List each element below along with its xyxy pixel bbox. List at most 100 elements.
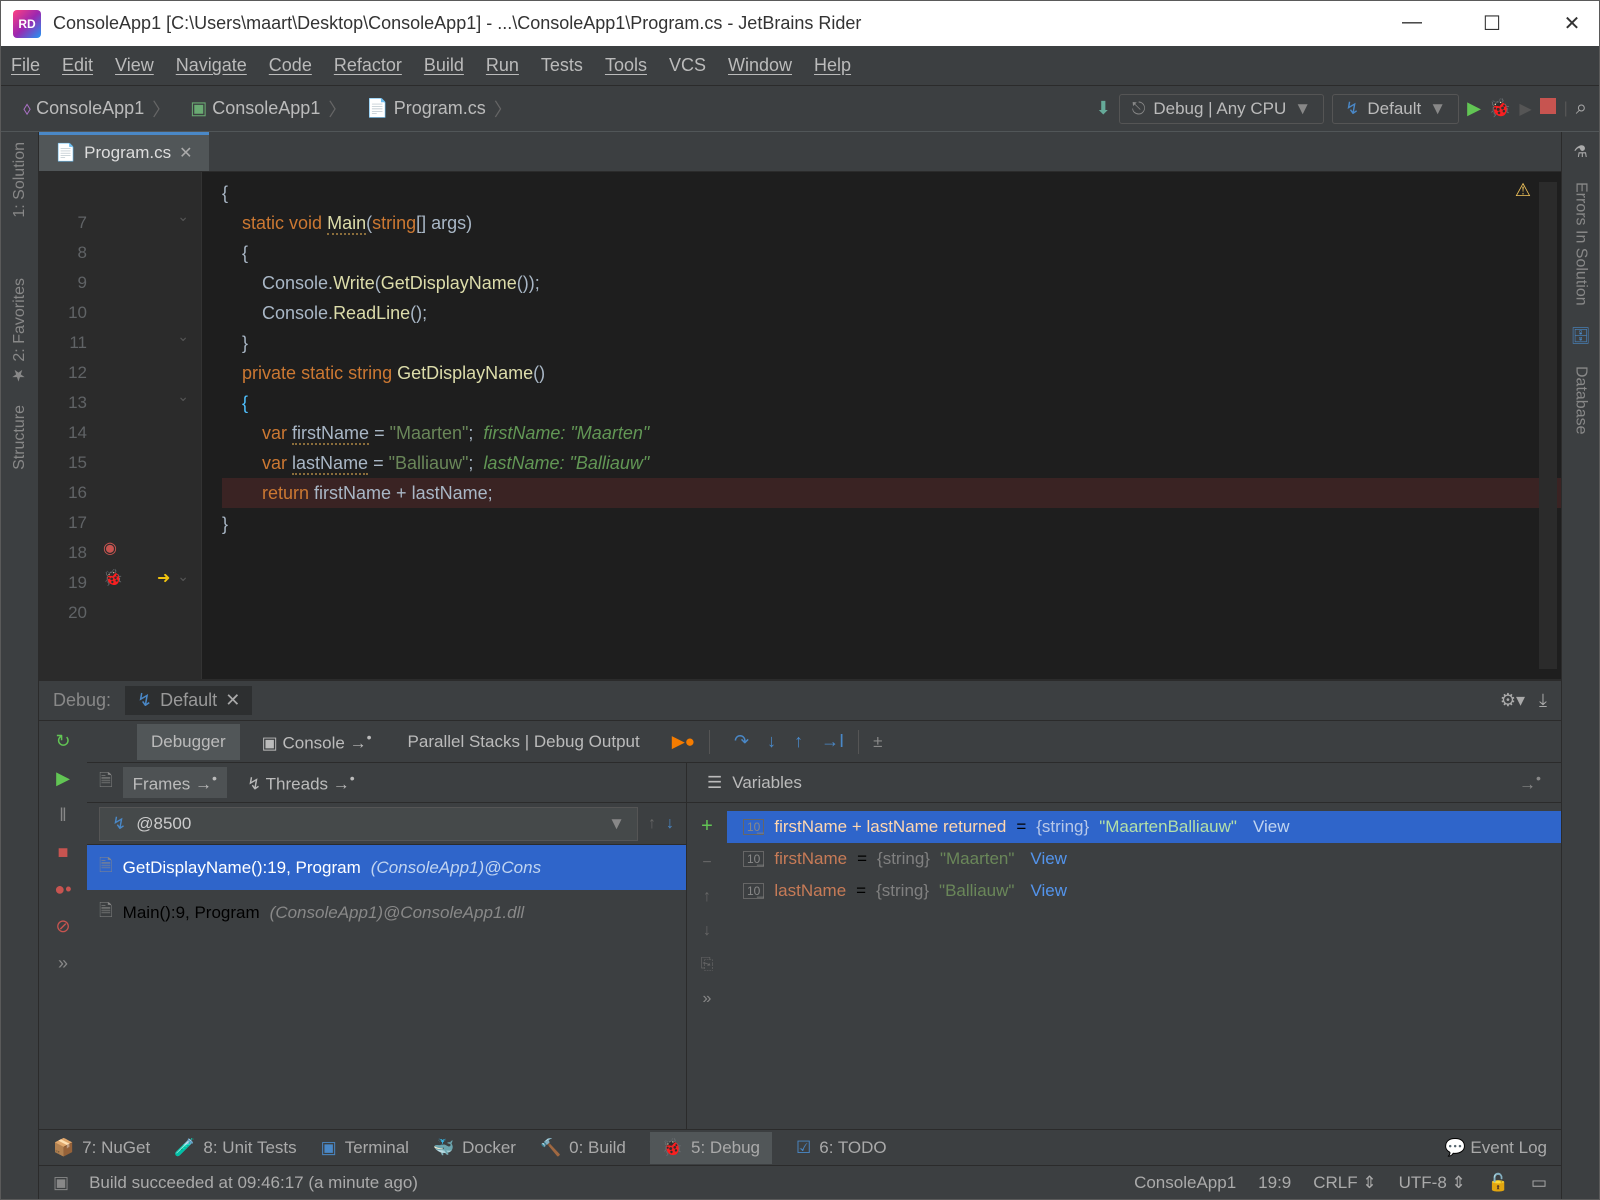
menu-navigate[interactable]: Navigate [176, 55, 247, 76]
next-frame-icon[interactable]: ↓ [666, 815, 674, 833]
menu-tests[interactable]: Tests [541, 55, 583, 76]
bottom-tab[interactable]: 🐳Docker [433, 1138, 516, 1158]
flask-icon[interactable]: ⚗ [1573, 142, 1587, 162]
status-encoding[interactable]: UTF-8 ⇕ [1399, 1173, 1466, 1193]
run-to-cursor-icon[interactable]: →I [821, 731, 844, 752]
close-tab-icon[interactable]: ✕ [179, 143, 192, 163]
thread-selector[interactable]: ↯@8500 ▼ [99, 807, 638, 841]
menu-refactor[interactable]: Refactor [334, 55, 402, 76]
console-tab[interactable]: ▣ Console →• [248, 722, 386, 762]
close-debug-config-icon[interactable]: ✕ [225, 690, 240, 711]
menu-run[interactable]: Run [486, 55, 519, 76]
bottom-tab[interactable]: 🔨0: Build [540, 1138, 626, 1158]
variables-pop-out-icon[interactable]: →• [1519, 771, 1541, 795]
debug-button[interactable]: 🐞 [1489, 98, 1511, 119]
run-config-dropdown[interactable]: ↯Default▼ [1332, 94, 1459, 124]
remove-watch-icon[interactable]: − [702, 854, 711, 872]
debug-tool-window: Debug: ↯Default✕ ⚙▾ ⤓ ↻ ▶ ‖ ■ ● [39, 679, 1561, 1129]
step-into-icon[interactable]: ↓ [767, 731, 776, 752]
bottom-tab[interactable]: ▣Terminal [321, 1138, 409, 1158]
status-line-ending[interactable]: CRLF ⇕ [1313, 1173, 1376, 1193]
editor-tabs: 📄Program.cs✕ [39, 132, 1561, 172]
structure-panel-button[interactable]: Structure [11, 405, 29, 470]
bottom-tab[interactable]: 🧪8: Unit Tests [174, 1138, 296, 1158]
frame-list[interactable]: 🗎GetDisplayName():19, Program (ConsoleAp… [87, 845, 686, 1129]
tab-program-cs[interactable]: 📄Program.cs✕ [39, 132, 209, 171]
frames-icon: 🗎 [99, 768, 113, 797]
step-over-icon[interactable]: ↷ [734, 731, 749, 752]
code-editor[interactable]: 7891011121314151617181920 ⌄⌄⌄◉⌄🐞➜ { stat… [39, 172, 1561, 679]
parallel-stacks-tab[interactable]: Parallel Stacks | Debug Output [394, 724, 654, 760]
breakpoints-icon[interactable]: ●• [54, 879, 71, 900]
variable-row[interactable]: 10̲lastName = {string} "Balliauw"View [727, 875, 1561, 907]
event-log-button[interactable]: 💬 Event Log [1445, 1138, 1547, 1158]
more-watch-icon[interactable]: » [703, 990, 712, 1008]
menu-view[interactable]: View [115, 55, 154, 76]
build-icon[interactable]: ⬇ [1096, 98, 1111, 119]
debug-toolbar: ↻ ▶ ‖ ■ ●• ⊘ » [39, 721, 87, 1129]
left-tool-strip: 1: Solution ★ 2: Favorites Structure [1, 132, 39, 1199]
variables-list[interactable]: 10̲firstName + lastName returned = {stri… [727, 803, 1561, 1129]
up-watch-icon[interactable]: ↑ [703, 888, 711, 906]
debugger-tab[interactable]: Debugger [137, 724, 240, 760]
bottom-tab[interactable]: ☑6: TODO [796, 1138, 887, 1158]
status-icon: ▣ [53, 1173, 69, 1193]
menu-build[interactable]: Build [424, 55, 464, 76]
menu-file[interactable]: File [11, 55, 40, 76]
debug-settings-icon[interactable]: ⚙▾ [1500, 690, 1525, 711]
debug-tabs: Debugger ▣ Console →• Parallel Stacks | … [87, 721, 1561, 763]
debug-config-tab[interactable]: ↯Default✕ [125, 686, 252, 715]
stop-button[interactable] [1540, 98, 1556, 119]
step-out-icon[interactable]: ↑ [794, 731, 803, 752]
add-watch-icon[interactable]: + [701, 815, 713, 838]
frames-tab[interactable]: Frames →• [123, 767, 227, 799]
solution-panel-button[interactable]: 1: Solution [11, 142, 29, 218]
frame-item[interactable]: 🗎Main():9, Program (ConsoleApp1)@Console… [87, 890, 686, 935]
search-icon[interactable]: ⌕ [1576, 97, 1587, 120]
menu-code[interactable]: Code [269, 55, 312, 76]
variable-row[interactable]: 10̲firstName + lastName returned = {stri… [727, 811, 1561, 843]
menu-tools[interactable]: Tools [605, 55, 647, 76]
database-icon[interactable]: 🗄 [1570, 326, 1590, 346]
status-lock-icon[interactable]: 🔓 [1488, 1173, 1509, 1193]
frame-item[interactable]: 🗎GetDisplayName():19, Program (ConsoleAp… [87, 845, 686, 890]
prev-frame-icon[interactable]: ↑ [648, 815, 656, 833]
coverage-button[interactable]: ▶ [1519, 99, 1531, 119]
breadcrumb-solution[interactable]: ⬨ ConsoleApp1 [13, 92, 180, 126]
database-panel-button[interactable]: Database [1572, 366, 1590, 435]
favorites-panel-button[interactable]: ★ 2: Favorites [10, 278, 29, 385]
variables-icon: ☰ [707, 773, 722, 793]
rerun-icon[interactable]: ↻ [55, 731, 70, 752]
show-execution-point-icon[interactable]: ▶● [672, 732, 695, 752]
bottom-tab[interactable]: 🐞5: Debug [650, 1132, 772, 1164]
down-watch-icon[interactable]: ↓ [703, 922, 711, 940]
threads-tab[interactable]: ↯ Threads →• [237, 767, 365, 799]
debug-hide-icon[interactable]: ⤓ [1539, 690, 1547, 711]
editor-scrollbar[interactable] [1539, 182, 1557, 669]
pause-icon[interactable]: ‖ [59, 805, 66, 826]
code-content[interactable]: { static void Main(string[] args) { Cons… [202, 172, 1561, 679]
variable-row[interactable]: 10̲firstName = {string} "Maarten"View [727, 843, 1561, 875]
menu-edit[interactable]: Edit [62, 55, 93, 76]
status-memory-icon[interactable]: ▭ [1531, 1173, 1547, 1193]
menu-vcs[interactable]: VCS [669, 55, 706, 76]
status-position[interactable]: 19:9 [1258, 1173, 1291, 1193]
stop-debug-icon[interactable]: ■ [58, 842, 69, 863]
run-button[interactable]: ▶ [1467, 98, 1481, 119]
evaluate-icon[interactable]: ± [873, 732, 882, 752]
duplicate-watch-icon[interactable]: ⎘ [701, 956, 714, 974]
breadcrumb-file[interactable]: 📄 Program.cs [356, 92, 521, 126]
errors-panel-button[interactable]: Errors In Solution [1572, 182, 1590, 306]
maximize-button[interactable]: ☐ [1477, 11, 1507, 36]
mute-breakpoints-icon[interactable]: ⊘ [55, 916, 70, 937]
build-config-dropdown[interactable]: ⎋Debug | Any CPU▼ [1119, 94, 1324, 124]
minimize-button[interactable]: — [1397, 11, 1427, 36]
warning-indicator-icon[interactable]: ⚠ [1515, 180, 1531, 201]
bottom-tab[interactable]: 📦7: NuGet [53, 1138, 150, 1158]
breadcrumb-project[interactable]: ▣ ConsoleApp1 [180, 92, 356, 126]
resume-icon[interactable]: ▶ [56, 768, 70, 789]
more-icon[interactable]: » [58, 953, 68, 974]
menu-window[interactable]: Window [728, 55, 792, 76]
menu-help[interactable]: Help [814, 55, 851, 76]
close-button[interactable]: ✕ [1557, 11, 1587, 36]
